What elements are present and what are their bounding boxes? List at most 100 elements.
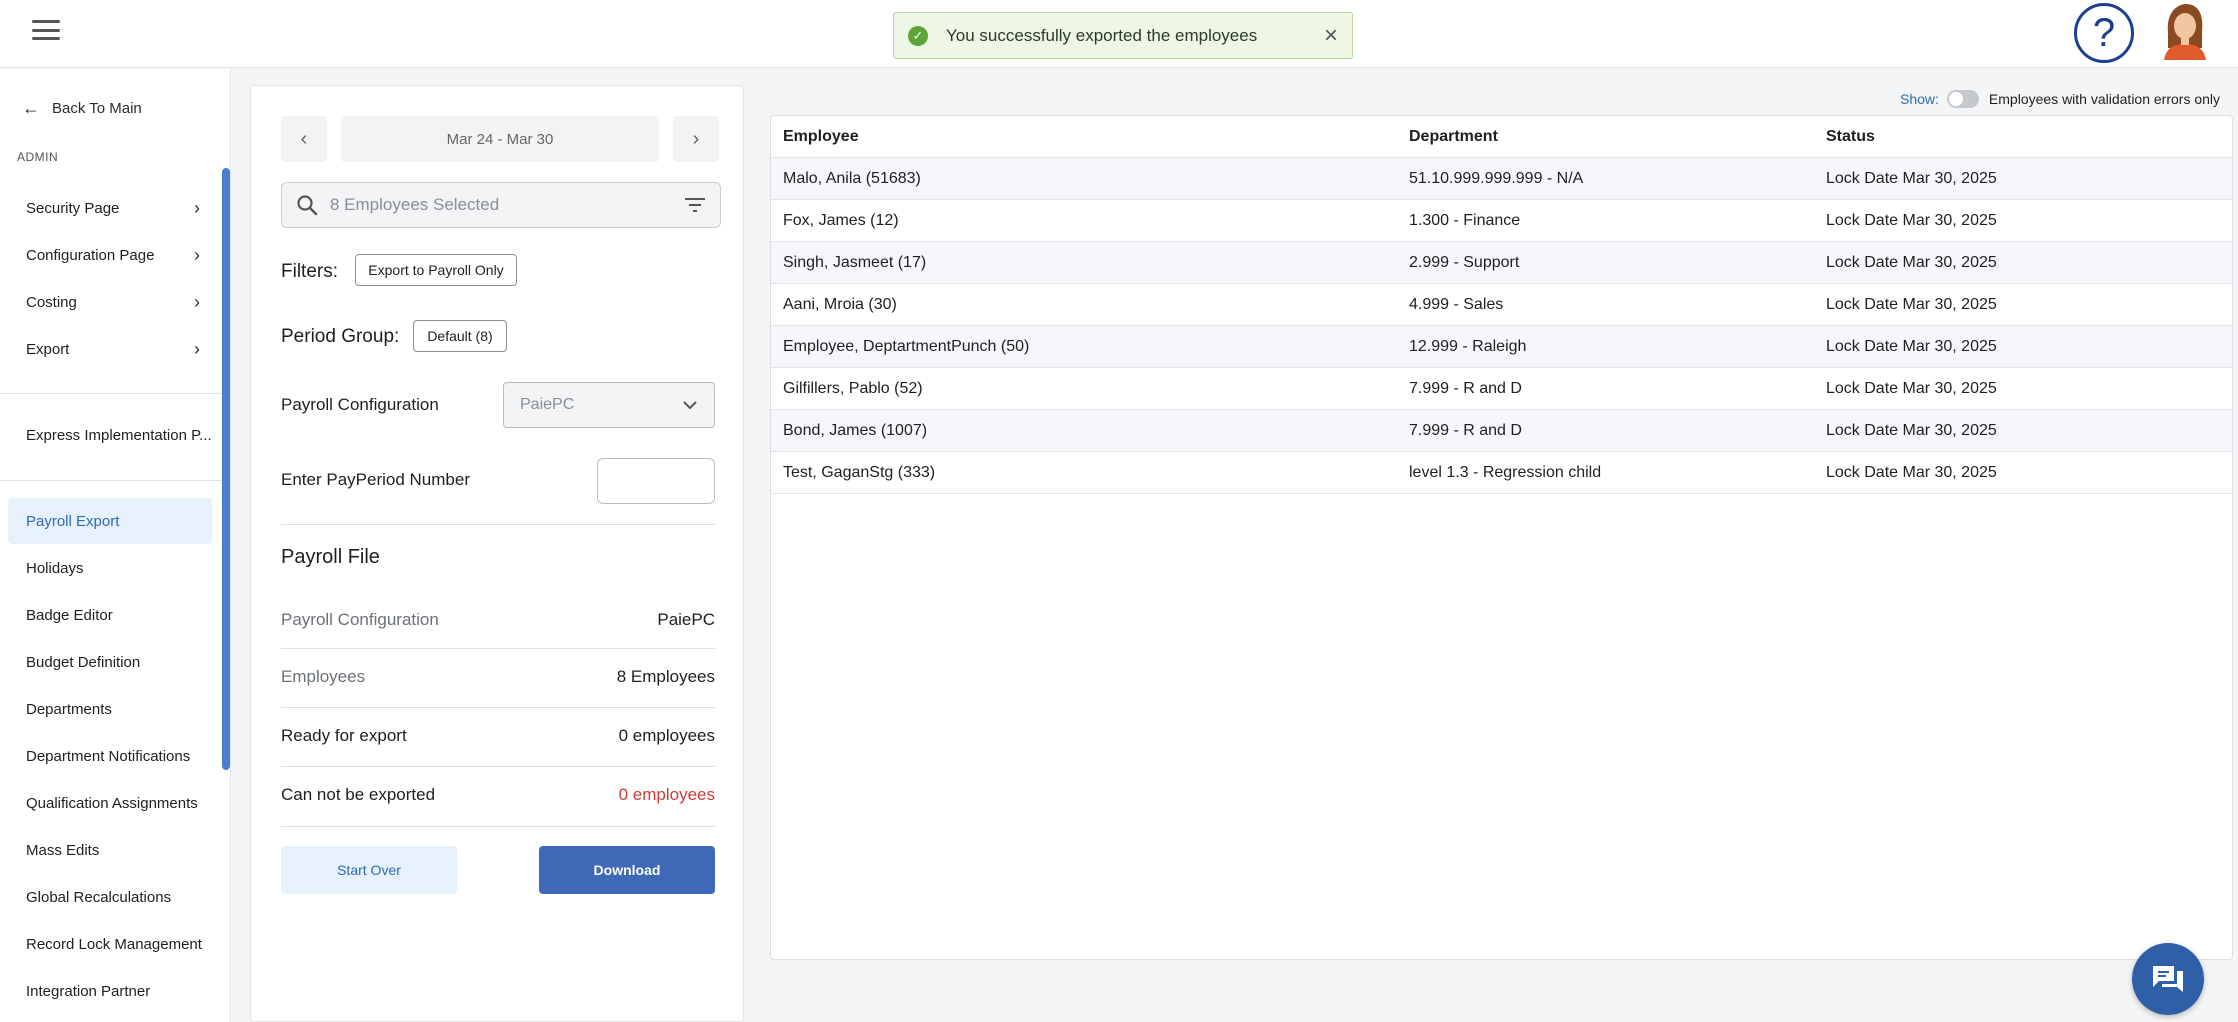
filter-chip-export-to-payroll[interactable]: Export to Payroll Only — [355, 254, 517, 286]
sidebar-item-global-recalculations[interactable]: Global Recalculations — [8, 874, 212, 920]
next-period-button[interactable]: › — [673, 116, 719, 162]
export-panel: ‹ Mar 24 - Mar 30 › 8 Employees Selected… — [250, 85, 744, 1022]
back-to-main-link[interactable]: ← Back To Main — [22, 98, 142, 119]
cell-employee: Bond, James (1007) — [783, 421, 928, 439]
chevron-right-icon: › — [194, 197, 200, 218]
sidebar-scrollbar[interactable] — [222, 168, 230, 770]
arrow-left-icon: ← — [22, 98, 40, 118]
section-divider — [281, 524, 715, 525]
chevron-right-icon: › — [194, 291, 200, 312]
validation-errors-toggle[interactable] — [1946, 90, 1979, 108]
cell-status: Lock Date Mar 30, 2025 — [1826, 337, 1997, 355]
table-header: Employee Department Status — [771, 116, 2232, 158]
payroll-file-title: Payroll File — [281, 546, 380, 568]
cell-status: Lock Date Mar 30, 2025 — [1826, 295, 1997, 313]
sidebar-divider — [0, 393, 222, 394]
period-group-label: Period Group: — [281, 326, 400, 347]
employee-selector[interactable]: 8 Employees Selected — [281, 182, 721, 228]
sidebar-group-security[interactable]: Security Page › — [8, 185, 212, 231]
table-row[interactable]: Employee, DeptartmentPunch (50) 12.999 - … — [771, 326, 2232, 368]
info-key: Employees — [281, 667, 366, 686]
info-value: 8 Employees — [616, 667, 715, 686]
sidebar-group-label: Costing — [26, 293, 77, 311]
chat-icon — [2153, 966, 2183, 992]
table-row[interactable]: Aani, Mroia (30) 4.999 - Sales Lock Date M… — [771, 284, 2232, 326]
payperiod-number-label: Enter PayPeriod Number — [281, 470, 470, 489]
help-icon[interactable]: ? — [2074, 3, 2134, 63]
start-over-button[interactable]: Start Over — [281, 846, 457, 894]
sidebar: ← Back To Main ADMIN Security Page › Con… — [0, 69, 231, 1022]
table-row[interactable]: Malo, Anila (51683) 51.10.999.999.999 - N… — [771, 158, 2232, 200]
sidebar-item-label: Payroll Export — [26, 512, 120, 530]
menu-icon[interactable] — [30, 17, 62, 43]
sidebar-divider — [0, 480, 222, 481]
column-header-department[interactable]: Department — [1397, 128, 1814, 146]
cell-employee: Test, GaganStg (333) — [783, 463, 936, 481]
payperiod-number-input[interactable] — [597, 458, 715, 504]
sidebar-item-budget-definition[interactable]: Budget Definition — [8, 639, 212, 685]
table-row[interactable]: Test, GaganStg (333) level 1.3 - Regressi… — [771, 452, 2232, 494]
top-bar: ✓ You successfully exported the employee… — [0, 0, 2238, 68]
info-key: Ready for export — [281, 726, 407, 745]
table-row[interactable]: Bond, James (1007) 7.999 - R and D Lock Da… — [771, 410, 2232, 452]
sidebar-item-qualification-assignments[interactable]: Qualification Assignments — [8, 780, 212, 826]
row-divider — [281, 826, 715, 827]
info-row-employees: Employees 8 Employees — [281, 649, 715, 705]
employee-selector-text: 8 Employees Selected — [330, 195, 500, 214]
sidebar-item-label: Global Recalculations — [26, 888, 172, 906]
sidebar-item-label: Department Notifications — [26, 747, 191, 765]
sidebar-group-costing[interactable]: Costing › — [8, 279, 212, 325]
sidebar-item-mass-edits[interactable]: Mass Edits — [8, 827, 212, 873]
download-button[interactable]: Download — [539, 846, 715, 894]
table-row[interactable]: Gilfillers, Pablo (52) 7.999 - R and D Loc… — [771, 368, 2232, 410]
payroll-configuration-value: PaiePC — [520, 396, 575, 413]
chevron-down-icon — [683, 401, 697, 410]
info-value: 0 employees — [618, 785, 715, 804]
employee-table: Employee Department Status Malo, Anila (… — [770, 115, 2233, 960]
payroll-configuration-select[interactable]: PaiePC — [503, 382, 715, 428]
sidebar-group-configuration[interactable]: Configuration Page › — [8, 232, 212, 278]
back-to-main-label: Back To Main — [52, 100, 142, 117]
close-icon[interactable]: × — [1324, 23, 1338, 48]
cell-employee: Gilfillers, Pablo (52) — [783, 379, 923, 397]
avatar[interactable] — [2160, 2, 2208, 60]
sidebar-item-express-implementation[interactable]: Express Implementation P... — [8, 412, 212, 458]
cell-department: 7.999 - R and D — [1409, 421, 1522, 439]
cell-department: 51.10.999.999.999 - N/A — [1409, 169, 1584, 187]
toggle-description: Employees with validation errors only — [1988, 91, 2221, 107]
show-label: Show: — [1900, 91, 1939, 107]
column-header-status[interactable]: Status — [1814, 128, 2232, 146]
sidebar-item-holidays[interactable]: Holidays — [8, 545, 212, 591]
info-row-ready-for-export: Ready for export 0 employees — [281, 708, 715, 764]
info-value: PaiePC — [657, 610, 715, 629]
sidebar-group-export[interactable]: Export › — [8, 326, 212, 372]
sidebar-group-label: Security Page — [26, 199, 120, 217]
sidebar-item-record-lock-management[interactable]: Record Lock Management — [8, 921, 212, 967]
period-group-chip[interactable]: Default (8) — [413, 320, 507, 352]
sidebar-item-integration-partner[interactable]: Integration Partner — [8, 968, 212, 1014]
cell-department: 7.999 - R and D — [1409, 379, 1522, 397]
period-range[interactable]: Mar 24 - Mar 30 — [341, 116, 659, 162]
sidebar-item-department-notifications[interactable]: Department Notifications — [8, 733, 212, 779]
table-body: Malo, Anila (51683) 51.10.999.999.999 - N… — [771, 158, 2232, 494]
column-header-employee[interactable]: Employee — [771, 128, 1397, 146]
info-value: 0 employees — [618, 726, 715, 745]
info-key: Can not be exported — [281, 785, 436, 804]
cell-employee: Employee, DeptartmentPunch (50) — [783, 337, 1030, 355]
cell-department: 4.999 - Sales — [1409, 295, 1504, 313]
table-row[interactable]: Fox, James (12) 1.300 - Finance Lock Date … — [771, 200, 2232, 242]
cell-status: Lock Date Mar 30, 2025 — [1826, 379, 1997, 397]
sidebar-item-payroll-export[interactable]: Payroll Export — [8, 498, 212, 544]
filter-icon[interactable] — [684, 196, 706, 214]
payroll-configuration-label: Payroll Configuration — [281, 395, 439, 414]
chevron-left-icon: ‹ — [300, 127, 308, 150]
sidebar-group-label: Configuration Page — [26, 246, 155, 264]
table-row[interactable]: Singh, Jasmeet (17) 2.999 - Support Lock D… — [771, 242, 2232, 284]
sidebar-item-badge-editor[interactable]: Badge Editor — [8, 592, 212, 638]
chat-button[interactable] — [2132, 943, 2204, 1015]
cell-status: Lock Date Mar 30, 2025 — [1826, 211, 1997, 229]
previous-period-button[interactable]: ‹ — [281, 116, 327, 162]
info-row-can-not-be-exported: Can not be exported 0 employees — [281, 767, 715, 823]
cell-employee: Fox, James (12) — [783, 211, 899, 229]
sidebar-item-departments[interactable]: Departments — [8, 686, 212, 732]
